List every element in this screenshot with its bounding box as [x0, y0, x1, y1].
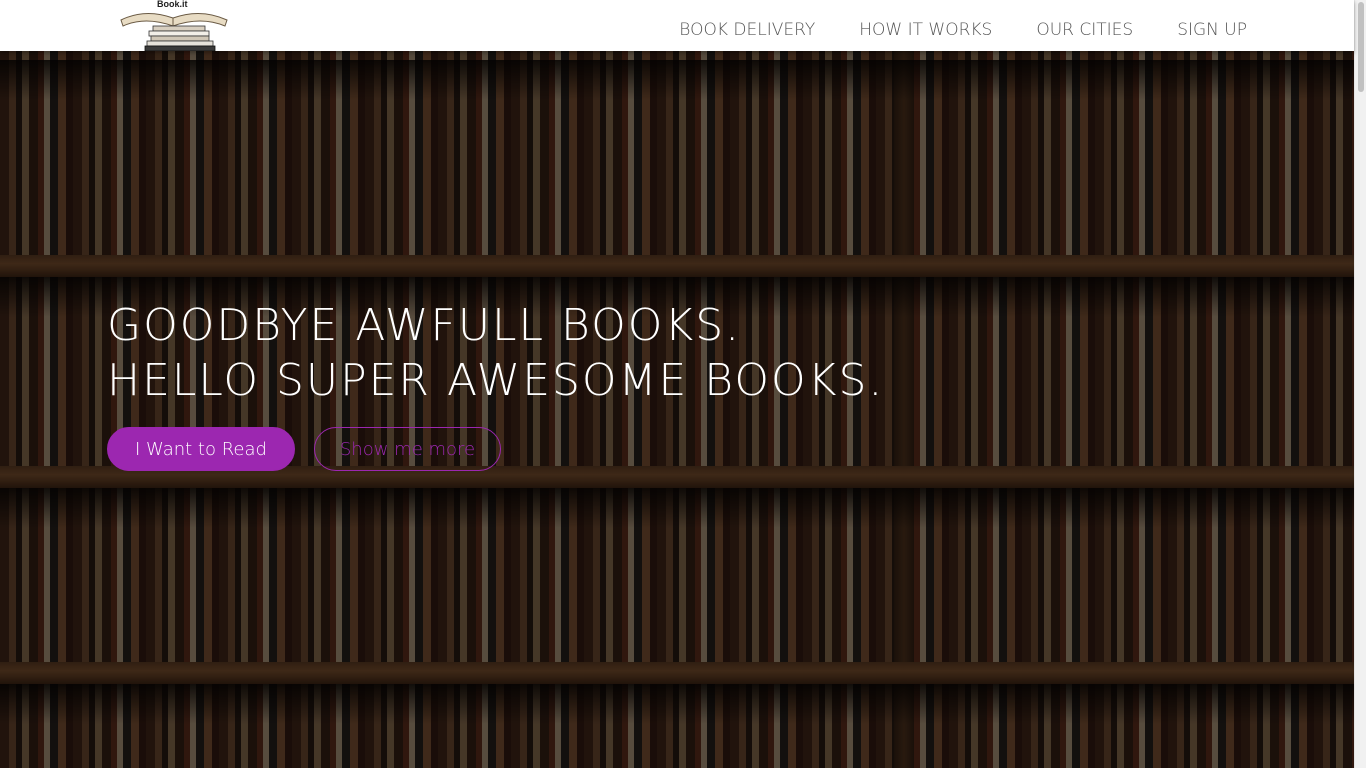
nav-book-delivery[interactable]: BOOK DELIVERY [679, 12, 815, 40]
logo[interactable]: Book.it [107, 0, 244, 51]
main-nav: BOOK DELIVERY HOW IT WORKS OUR CITIES SI… [679, 0, 1247, 51]
i-want-to-read-button[interactable]: I Want to Read [107, 427, 295, 471]
hero-heading-line-2: HELLO SUPER AWESOME BOOKS. [107, 355, 885, 406]
top-navbar: Book.it BOOK DELIVERY HOW IT WORKS OUR C… [0, 0, 1354, 51]
open-book-icon [120, 13, 228, 51]
show-me-more-button[interactable]: Show me more [314, 427, 501, 471]
nav-how-it-works[interactable]: HOW IT WORKS [859, 12, 992, 40]
hero-heading: GOODBYE AWFULL BOOKS. HELLO SUPER AWESOM… [107, 298, 884, 408]
hero-heading-line-1: GOODBYE AWFULL BOOKS. [107, 300, 742, 351]
landing-page: Book.it BOOK DELIVERY HOW IT WORKS OUR C… [0, 0, 1366, 768]
nav-sign-up[interactable]: SIGN UP [1177, 12, 1247, 40]
page-scrollbar[interactable] [1354, 0, 1366, 768]
nav-our-cities[interactable]: OUR CITIES [1036, 12, 1133, 40]
scrollbar-thumb[interactable] [1358, 2, 1364, 92]
